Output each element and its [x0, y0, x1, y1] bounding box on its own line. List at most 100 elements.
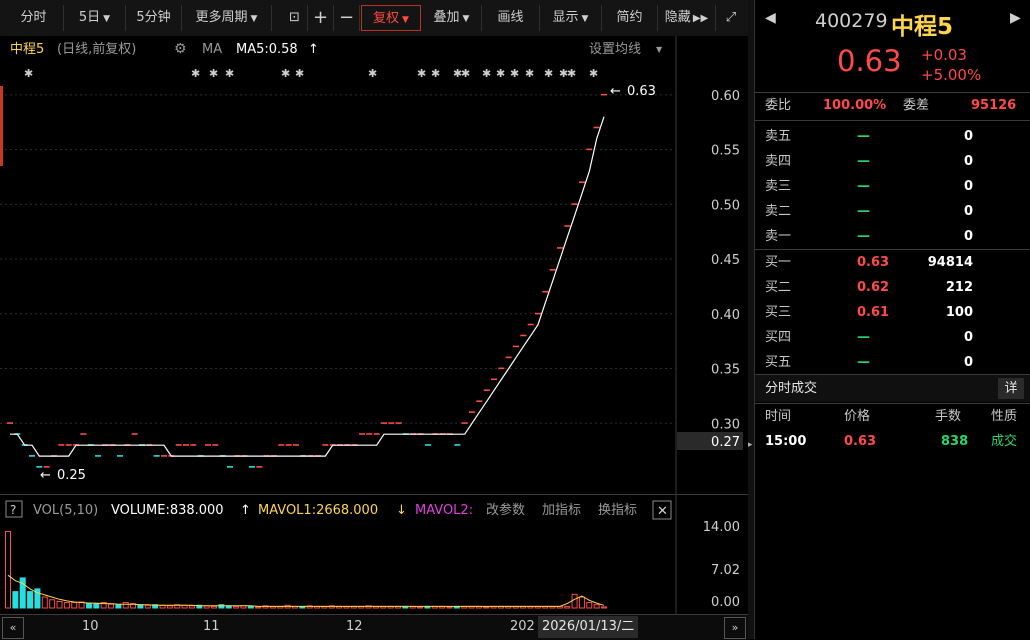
next-stock-icon[interactable]: ▶	[1010, 10, 1021, 26]
event-marker[interactable]: ✱	[431, 67, 440, 80]
zoom-out-button[interactable]: −	[334, 5, 360, 31]
ma5-value: MA5:0.58	[236, 42, 298, 57]
arrow-up-icon: ↑	[308, 42, 319, 57]
scroll-left-button[interactable]: «	[2, 617, 24, 639]
volume-bar	[93, 603, 100, 609]
event-marker[interactable]: ✱	[544, 67, 553, 80]
bid-row[interactable]: 买二 0.62 212	[755, 275, 1030, 300]
event-marker[interactable]: ✱	[496, 67, 505, 80]
candle	[469, 411, 475, 413]
zoom-in-button[interactable]: +	[308, 5, 334, 31]
level-price: 0.62	[857, 280, 890, 295]
candle	[359, 433, 365, 435]
vol-tick-zero: 0.00	[711, 595, 740, 610]
event-marker[interactable]: ✱	[225, 67, 234, 80]
level-volume: 94814	[927, 255, 973, 270]
lock-button[interactable]: ⊡	[282, 5, 308, 31]
event-marker[interactable]: ✱	[525, 67, 534, 80]
level-volume: 0	[963, 229, 973, 244]
candle	[593, 126, 600, 129]
scroll-right-button[interactable]: »	[724, 617, 746, 639]
vol-tick-mid: 7.02	[711, 563, 740, 578]
bid-row[interactable]: 买三 0.61 100	[755, 300, 1030, 325]
bid-row[interactable]: 买五 — 0	[755, 350, 1030, 375]
tab-5day[interactable]: 5日 ▼	[64, 5, 126, 31]
level-price: —	[857, 154, 870, 169]
level-price: —	[857, 355, 870, 370]
display-dropdown[interactable]: 显示 ▼	[540, 5, 602, 31]
arrow-down-icon: ↓	[396, 503, 407, 518]
trades-detail-button[interactable]: 详	[998, 378, 1024, 399]
mavol1-value: MAVOL1:2668.000	[258, 503, 378, 518]
ask-row[interactable]: 卖五 — 0	[755, 124, 1030, 149]
switch-indicator-button[interactable]: 换指标	[598, 503, 637, 518]
overlay-dropdown[interactable]: 叠加 ▼	[422, 5, 482, 31]
candle	[454, 444, 461, 446]
plus-icon: +	[312, 7, 329, 28]
ma-settings-button[interactable]: 设置均线	[589, 42, 641, 57]
level-price: —	[857, 204, 870, 219]
event-marker[interactable]: ✱	[295, 67, 304, 80]
event-marker[interactable]: ✱	[417, 67, 426, 80]
level-price: —	[857, 129, 870, 144]
bid-row[interactable]: 买一 0.63 94814	[755, 250, 1030, 275]
level-volume: 212	[945, 280, 973, 295]
col-price: 价格	[844, 409, 871, 424]
gear-icon[interactable]: ⚙	[174, 41, 187, 57]
ask-row[interactable]: 卖三 — 0	[755, 174, 1030, 199]
prev-stock-icon[interactable]: ◀	[765, 10, 776, 26]
chart-toolbar: 分时 5日 ▼ 5分钟 更多周期 ▼ ⊡ + − 复权 ▼ 叠加 ▼ 画线 显示 ▼ 简约…	[0, 0, 748, 37]
candle	[131, 433, 138, 435]
candle	[601, 93, 607, 96]
order-ratio-row: 委比 100.00% 委差 95126	[755, 93, 1030, 118]
trades-title: 分时成交	[765, 381, 818, 396]
ask-row[interactable]: 卖四 — 0	[755, 149, 1030, 174]
level-label: 买三	[765, 305, 792, 320]
candle	[153, 455, 160, 457]
trade-type: 成交	[991, 434, 1018, 449]
add-indicator-button[interactable]: 加指标	[542, 503, 581, 518]
candle	[366, 433, 373, 435]
event-marker[interactable]: ✱	[209, 67, 218, 80]
event-marker[interactable]: ✱	[510, 67, 519, 80]
candle	[388, 422, 395, 424]
candle	[381, 422, 387, 424]
trades-header: 分时成交 详	[755, 375, 1030, 402]
chart-mode-label: (日线,前复权)	[57, 41, 136, 57]
candle	[58, 444, 65, 446]
kline-chart[interactable]: 0.60 0.55 0.50 0.45 0.40 0.35 0.30 中程5 (日线,前复权…	[0, 36, 748, 494]
event-marker[interactable]: ✱	[368, 67, 377, 80]
tab-5min[interactable]: 5分钟	[126, 5, 182, 31]
vol-tick-high: 14.00	[703, 520, 740, 535]
expand-icon: ⤢	[725, 10, 737, 25]
more-periods-dropdown[interactable]: 更多周期 ▼	[182, 5, 272, 31]
volume-chart[interactable]: ? VOL(5,10) VOLUME:838.000 ↑ MAVOL1:2668…	[0, 494, 748, 614]
event-marker[interactable]: ✱	[24, 67, 33, 80]
chevron-down-icon: ▼	[656, 45, 663, 54]
ask-row[interactable]: 卖一 — 0	[755, 224, 1030, 249]
adjust-dropdown[interactable]: 复权 ▼	[361, 5, 421, 31]
edit-params-button[interactable]: 改参数	[486, 502, 525, 518]
volume-bar	[115, 604, 122, 609]
bid-row[interactable]: 买四 — 0	[755, 325, 1030, 350]
ask-row[interactable]: 卖二 — 0	[755, 199, 1030, 224]
event-marker[interactable]: ✱	[482, 67, 491, 80]
simple-button[interactable]: 简约	[602, 5, 658, 31]
event-marker[interactable]: ✱	[281, 67, 290, 80]
event-marker[interactable]: ✱	[191, 67, 200, 80]
divider	[755, 120, 1030, 121]
event-marker[interactable]: ✱	[461, 67, 470, 80]
volume-bar	[85, 602, 92, 609]
event-marker[interactable]: ✱	[567, 67, 576, 80]
level-volume: 0	[963, 179, 973, 194]
tab-intraday[interactable]: 分时	[4, 5, 64, 31]
draw-line-button[interactable]: 画线	[482, 5, 540, 31]
level-price: —	[857, 330, 870, 345]
volume-bar	[137, 604, 144, 609]
event-marker[interactable]: ✱	[589, 67, 598, 80]
double-chevron-right-icon: ▶▶	[692, 13, 709, 24]
candle	[483, 389, 490, 392]
hide-button[interactable]: 隐藏 ▶▶	[658, 5, 716, 31]
fullscreen-button[interactable]: ⤢	[718, 5, 744, 31]
candle	[285, 444, 292, 446]
